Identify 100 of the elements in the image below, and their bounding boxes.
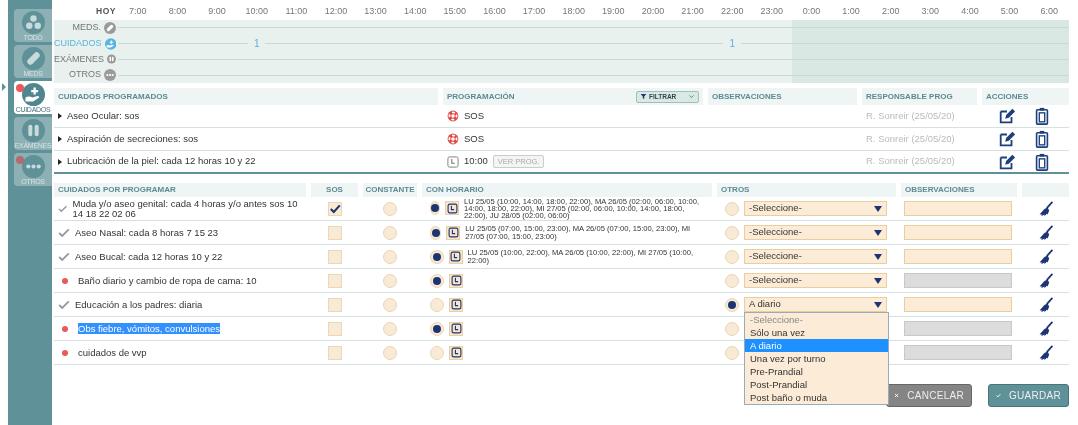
radio-button[interactable] — [383, 225, 397, 240]
row-label: MEDS. — [72, 21, 101, 35]
clipboard-icon[interactable] — [1033, 107, 1051, 125]
checkbox[interactable] — [327, 249, 342, 264]
radio-button[interactable] — [430, 273, 444, 288]
column-header: SOS — [311, 183, 358, 197]
hour-label: 20:00 — [640, 4, 666, 18]
hour-label: 17:00 — [521, 4, 547, 18]
radio-button[interactable] — [725, 273, 739, 288]
care-name: Lubricación de la piel: cada 12 horas 10 y 22 — [67, 154, 256, 169]
schedule-text: 10:00 — [464, 154, 488, 169]
column-header: ACCIONES — [982, 88, 1069, 105]
select-field[interactable]: -Seleccione- — [744, 249, 887, 264]
broom-icon[interactable] — [1037, 200, 1054, 217]
dropdown-option[interactable]: Pre-Prandial — [745, 365, 888, 378]
clock-icon — [450, 347, 462, 358]
observations-field[interactable] — [904, 225, 1012, 240]
expand-icon[interactable] — [58, 136, 62, 142]
schedule-button[interactable] — [445, 201, 459, 216]
observations-field[interactable] — [904, 297, 1012, 312]
care-name: Muda y/o aseo genital: cada 4 horas y/o antes sos 10 14 18 22 02 06 — [72, 198, 299, 219]
broom-icon[interactable] — [1037, 344, 1054, 361]
radio-button[interactable] — [383, 297, 397, 312]
column-header: CON HORARIO — [422, 183, 712, 197]
hour-label: 16:00 — [482, 4, 507, 18]
radio-button[interactable] — [383, 345, 397, 360]
hour-label: 15:00 — [442, 4, 468, 18]
hour-label: 11:00 — [284, 4, 309, 18]
edit-icon[interactable] — [998, 107, 1016, 125]
row-label: CUIDADOS — [54, 36, 102, 50]
broom-icon[interactable] — [1037, 272, 1054, 289]
hour-label: 19:00 — [601, 4, 626, 18]
checkbox[interactable] — [327, 201, 342, 216]
broom-icon[interactable] — [1037, 248, 1054, 265]
observations-field[interactable] — [904, 249, 1012, 264]
dropdown-option[interactable]: Una vez por turno — [745, 352, 888, 365]
checkbox[interactable] — [327, 321, 342, 336]
clock-icon — [450, 251, 462, 262]
radio-button[interactable] — [383, 249, 397, 264]
chevron-icon — [688, 93, 695, 100]
radio-button[interactable] — [725, 225, 739, 240]
radio-button[interactable] — [383, 321, 397, 336]
dropdown-option[interactable]: Sólo una vez — [745, 326, 888, 339]
checkbox[interactable] — [327, 297, 342, 312]
checkbox[interactable] — [327, 273, 342, 288]
hour-label: 22:00 — [719, 4, 745, 18]
dropdown-option[interactable]: Post-Prandial — [745, 378, 888, 391]
checkbox[interactable] — [327, 225, 342, 240]
clock-icon — [446, 203, 458, 214]
schedule-button[interactable] — [449, 345, 463, 360]
schedule-text: SOS — [464, 131, 485, 146]
select-field[interactable]: -Seleccione- — [744, 201, 887, 216]
caret-icon — [874, 205, 882, 212]
edit-icon[interactable] — [998, 130, 1016, 148]
hour-label: 5:00 — [999, 4, 1020, 18]
broom-icon[interactable] — [1037, 296, 1054, 313]
hour-label: 7:00 — [128, 4, 148, 18]
checkbox[interactable] — [327, 345, 342, 360]
care-name: Aseo Nasal: cada 8 horas 7 15 23 — [75, 226, 219, 239]
expand-icon[interactable] — [58, 113, 62, 119]
radio-button[interactable] — [430, 201, 440, 216]
radio-button[interactable] — [430, 225, 442, 240]
dropdown-option[interactable]: Post baño o muda — [745, 391, 888, 404]
radio-button[interactable] — [430, 345, 444, 360]
radio-button[interactable] — [725, 249, 739, 264]
radio-button[interactable] — [725, 297, 739, 312]
observations-field[interactable] — [904, 201, 1012, 216]
pill-icon — [104, 21, 116, 34]
select-field[interactable]: -Seleccione- — [744, 225, 887, 240]
radio-button[interactable] — [725, 201, 739, 216]
expand-icon[interactable] — [58, 158, 62, 165]
radio-button[interactable] — [383, 201, 397, 216]
schedule-button[interactable] — [449, 297, 463, 312]
radio-button[interactable] — [725, 321, 739, 336]
radio-button[interactable] — [430, 249, 444, 264]
broom-icon[interactable] — [1037, 224, 1054, 241]
hour-label: 12:00 — [323, 4, 349, 18]
column-header: CONSTANTE — [363, 183, 417, 197]
schedule-button[interactable] — [446, 225, 461, 240]
clock-icon — [447, 155, 459, 168]
radio-button[interactable] — [383, 273, 397, 288]
schedule-button[interactable] — [449, 273, 463, 288]
check-icon — [328, 202, 341, 215]
select-field[interactable]: -Seleccione- — [744, 273, 887, 288]
broom-icon[interactable] — [1037, 320, 1054, 337]
caret-icon — [874, 253, 882, 260]
hour-label: 4:00 — [960, 4, 980, 18]
edit-icon[interactable] — [998, 152, 1016, 171]
schedule-button[interactable] — [449, 321, 463, 336]
clipboard-icon[interactable] — [1033, 152, 1051, 171]
hour-label: 6:00 — [1039, 4, 1059, 18]
column-header: OBSERVACIONES — [708, 88, 857, 105]
today-label: HOY — [96, 5, 117, 18]
radio-button[interactable] — [725, 345, 739, 360]
responsible-text: R. Sonreir (25/05/20) — [866, 154, 955, 169]
responsible-text: R. Sonreir (25/05/20) — [866, 108, 955, 123]
clipboard-icon[interactable] — [1033, 130, 1051, 148]
schedule-button[interactable] — [448, 249, 463, 264]
radio-button[interactable] — [430, 321, 444, 336]
radio-button[interactable] — [430, 297, 444, 312]
